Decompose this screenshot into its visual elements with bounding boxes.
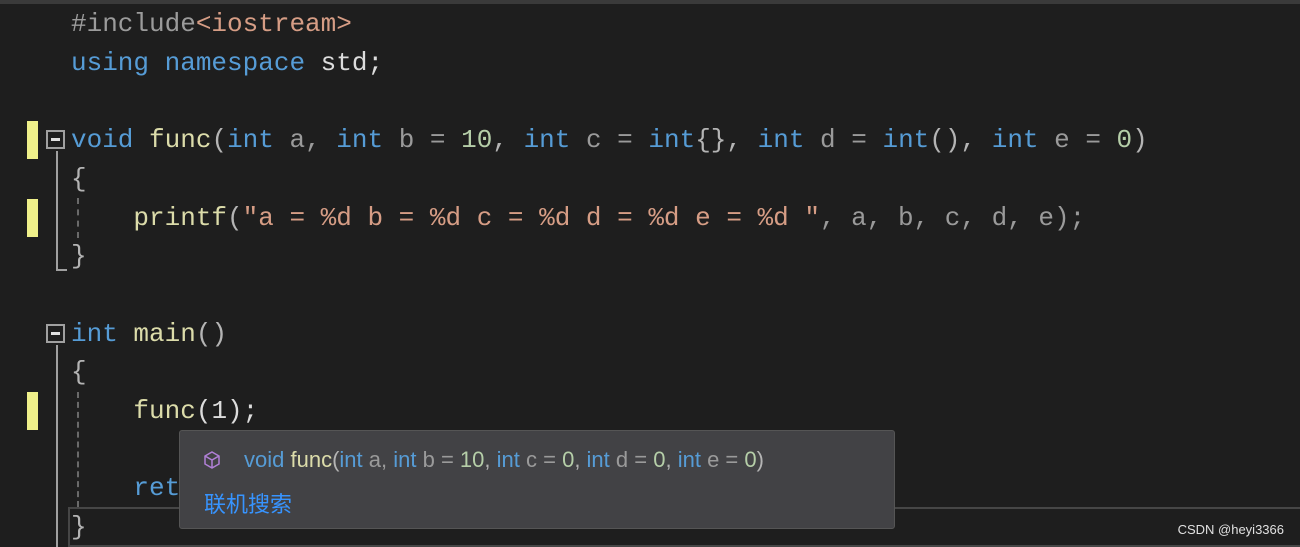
token-kw: int [393, 447, 417, 472]
code-line[interactable]: int main() [71, 315, 227, 353]
token-punc: , [960, 125, 992, 156]
token-param: c = [570, 125, 649, 156]
token-punc: () [195, 318, 228, 349]
token-num: 0 [653, 447, 666, 472]
token-punc: {} [695, 125, 727, 156]
token-kw: int [757, 125, 805, 156]
outline-guide-end [56, 269, 67, 271]
outline-guide [56, 151, 58, 271]
token-punc: { [71, 163, 87, 194]
token-punc: ( [211, 125, 228, 156]
token-param: c = [519, 447, 563, 472]
quickinfo-tooltip: void func(int a, int b = 10, int c = 0, … [179, 430, 895, 529]
tab-bar-edge [0, 0, 1300, 4]
token-kw: int [339, 447, 363, 472]
token-kw: int [227, 125, 274, 156]
token-num: 10 [459, 447, 485, 472]
token-num: 0 [562, 447, 575, 472]
online-search-link[interactable]: 联机搜索 [204, 487, 292, 519]
code-line[interactable]: { [71, 160, 87, 198]
token-kw: void [71, 125, 134, 156]
token-kw: int [71, 318, 118, 349]
token-num: 10 [461, 125, 493, 156]
token-param: , a, b, c, d, e); [819, 202, 1086, 233]
token-kw: int [496, 447, 520, 472]
change-marker [27, 198, 38, 237]
token-kw: int [586, 447, 610, 472]
token-kw: int [882, 125, 930, 156]
token-param: e = [1038, 125, 1117, 156]
token-pp: #include [71, 9, 196, 39]
function-signature: void func(int a, int b = 10, int c = 0, … [244, 447, 764, 473]
token-str: "a = %d b = %d c = %d d = %d e = %d " [242, 202, 820, 233]
change-marker [27, 392, 38, 430]
token-param: d = [609, 447, 654, 472]
cube-icon [204, 451, 220, 469]
token-fn: func [290, 447, 333, 472]
token-txt: std; [305, 47, 384, 78]
code-line[interactable]: } [71, 237, 87, 275]
outline-guide [56, 345, 58, 547]
collapse-main-icon[interactable] [46, 324, 65, 343]
token-kw: int [991, 125, 1039, 156]
token-param: e = [700, 447, 745, 472]
token-punc: () [929, 125, 961, 156]
token-param: b = [383, 125, 462, 156]
watermark: CSDN @heyi3366 [1177, 522, 1284, 537]
token-fn: printf [133, 202, 228, 233]
token-str: <iostream> [195, 9, 352, 39]
code-line[interactable]: func(1); [71, 392, 258, 430]
token-kw: namespace [164, 47, 306, 78]
token-punc: ) [1132, 125, 1148, 156]
indent-guide [77, 392, 79, 507]
token-kw: int [336, 125, 384, 156]
token-fn: main [133, 318, 196, 349]
token-param: a, [362, 447, 394, 472]
token-param: b = [416, 447, 460, 472]
token-fn: func [133, 396, 196, 426]
indent-guide [77, 198, 79, 238]
token-punc: ( [227, 202, 243, 233]
code-line[interactable]: void func(int a, int b = 10, int c = int… [71, 121, 1148, 159]
token-punc: , [484, 447, 497, 472]
token-fn: func [149, 125, 212, 156]
token-punc: } [71, 241, 87, 272]
token-kw: void [244, 447, 285, 472]
token-punc: , [574, 447, 587, 472]
code-line[interactable]: printf("a = %d b = %d c = %d d = %d e = … [71, 199, 1085, 237]
code-line[interactable]: #include<iostream> [71, 5, 352, 43]
collapse-func-icon[interactable] [46, 130, 65, 149]
change-marker [27, 121, 38, 160]
token-param: a, [273, 125, 337, 156]
token-num: 0 [744, 447, 757, 472]
token-punc: , [665, 447, 678, 472]
token-kw: using [71, 47, 150, 78]
token-txt: (1); [195, 396, 259, 426]
token-kw: int [523, 125, 571, 156]
token-num: 0 [1116, 125, 1133, 156]
token-punc: ) [756, 447, 764, 472]
token-param: d = [804, 125, 883, 156]
code-line[interactable]: { [71, 353, 87, 391]
code-line[interactable]: using namespace std; [71, 44, 383, 82]
token-kw: int [648, 125, 696, 156]
token-kw: int [677, 447, 701, 472]
token-punc: , [492, 125, 524, 156]
token-punc: { [71, 357, 87, 388]
token-punc: , [726, 125, 758, 156]
